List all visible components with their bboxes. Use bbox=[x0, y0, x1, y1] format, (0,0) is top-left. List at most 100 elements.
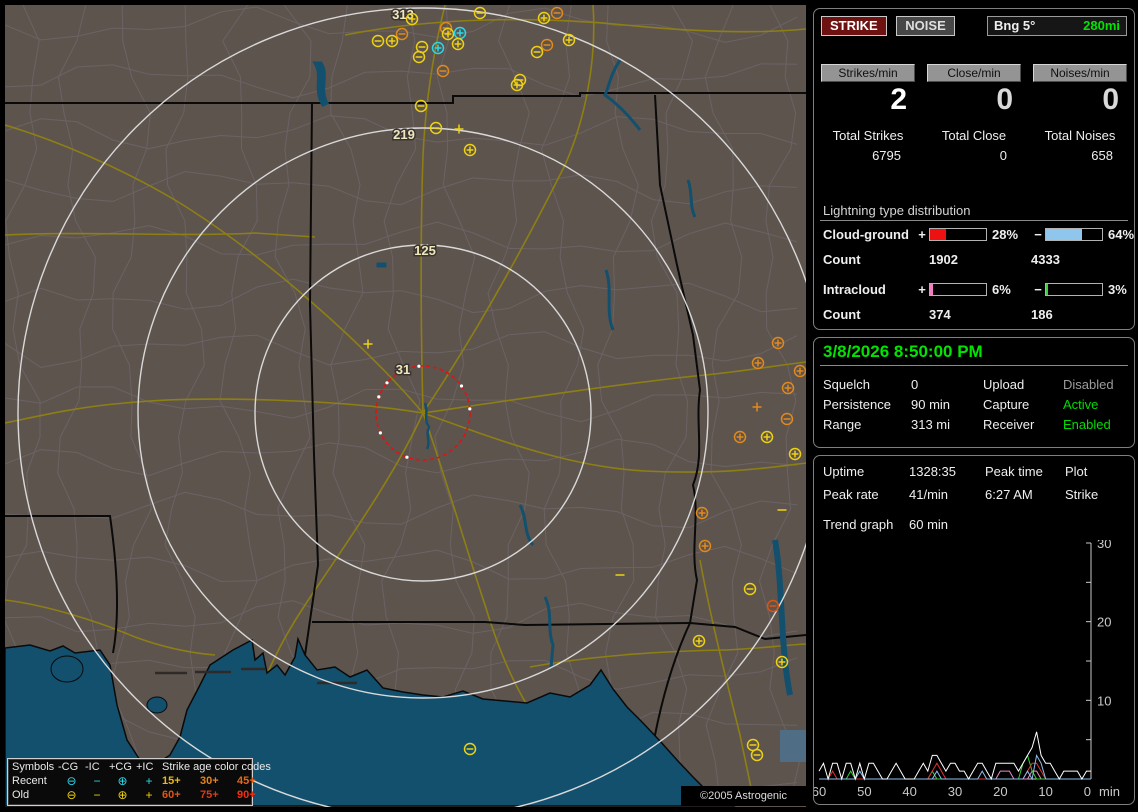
capture-label: Capture bbox=[983, 397, 1063, 412]
svg-text:20: 20 bbox=[993, 784, 1007, 799]
svg-text:10: 10 bbox=[1097, 693, 1111, 708]
symbol-legend: Symbols -CG -IC +CG +IC Strike age color… bbox=[7, 758, 253, 806]
uptime-row: Uptime 1328:35 Peak time Plot bbox=[823, 464, 1128, 479]
svg-text:30: 30 bbox=[1097, 540, 1111, 551]
total-strikes-label: Total Strikes bbox=[821, 128, 915, 143]
squelch-value: 0 bbox=[911, 377, 983, 392]
upload-label: Upload bbox=[983, 377, 1063, 392]
trend-graph-label: Trend graph bbox=[823, 517, 909, 532]
minus-sign: − bbox=[1031, 282, 1045, 297]
capture-status: Active bbox=[1063, 397, 1128, 412]
nexstorm-window: { "map": { "ring_labels": [ {"text": "31… bbox=[0, 0, 1138, 812]
cloud-ground-count-row: Count 1902 4333 bbox=[823, 252, 1130, 267]
age-code-60: 60+ bbox=[162, 788, 200, 802]
svg-text:40: 40 bbox=[902, 784, 916, 799]
neg-cg-old-icon: ⊖ bbox=[58, 788, 85, 802]
intracloud-row: Intracloud + 6% − 3% bbox=[823, 282, 1130, 297]
close-per-min-button[interactable]: Close/min bbox=[927, 64, 1021, 82]
peak-time-header: Peak time bbox=[985, 464, 1065, 479]
strike-stats-box: STRIKE NOISE Bng 5° 280mi Strikes/min 2 … bbox=[813, 8, 1135, 330]
strikes-per-min-button[interactable]: Strikes/min bbox=[821, 64, 915, 82]
trend-graph-span: 60 min bbox=[909, 517, 1128, 532]
squelch-label: Squelch bbox=[823, 377, 911, 392]
range-value-mi: 313 mi bbox=[911, 417, 983, 432]
status-panel: STRIKE NOISE Bng 5° 280mi Strikes/min 2 … bbox=[810, 0, 1138, 812]
range-value: 280mi bbox=[1083, 18, 1120, 33]
cg-plus-count: 1902 bbox=[929, 252, 1031, 267]
legend-header-neg-cg: -CG bbox=[58, 760, 85, 774]
cg-plus-bar bbox=[929, 228, 987, 241]
ic-plus-percent: 6% bbox=[987, 282, 1031, 297]
total-close-value: 0 bbox=[927, 148, 1021, 163]
total-strikes-value: 6795 bbox=[821, 148, 915, 163]
uptime-label: Uptime bbox=[823, 464, 909, 479]
noises-per-min-button[interactable]: Noises/min bbox=[1033, 64, 1127, 82]
ic-plus-count: 374 bbox=[929, 307, 1031, 322]
pos-cg-recent-icon: ⊕ bbox=[109, 774, 136, 788]
legend-header-neg-ic: -IC bbox=[85, 760, 109, 774]
upload-status: Disabled bbox=[1063, 377, 1128, 392]
plus-sign: + bbox=[915, 227, 929, 242]
legend-header-pos-ic: +IC bbox=[136, 760, 162, 774]
cloud-ground-row: Cloud-ground + 28% − 64% bbox=[823, 227, 1130, 242]
ic-plus-bar bbox=[929, 283, 987, 296]
distribution-title: Lightning type distribution bbox=[823, 203, 970, 218]
legend-age-header: Strike age color codes bbox=[162, 760, 269, 774]
age-code-75: 75+ bbox=[200, 788, 237, 802]
age-code-90: 90+ bbox=[237, 788, 269, 802]
datetime-divider bbox=[820, 365, 1128, 366]
svg-text:31: 31 bbox=[396, 362, 410, 377]
copyright-notice: ©2005 Astrogenic Systems bbox=[681, 786, 806, 806]
cg-minus-count: 4333 bbox=[1031, 252, 1138, 267]
total-noises-value: 658 bbox=[1033, 148, 1127, 163]
bearing-range-readout: Bng 5° 280mi bbox=[987, 16, 1127, 36]
peak-rate-row: Peak rate 41/min 6:27 AM Strike bbox=[823, 487, 1128, 502]
age-code-30: 30+ bbox=[200, 774, 237, 788]
status-row-persistence: Persistence 90 min Capture Active bbox=[823, 397, 1128, 412]
total-noises-label: Total Noises bbox=[1033, 128, 1127, 143]
ic-minus-count: 186 bbox=[1031, 307, 1138, 322]
status-row-range: Range 313 mi Receiver Enabled bbox=[823, 417, 1128, 432]
pos-cg-old-icon: ⊕ bbox=[109, 788, 136, 802]
svg-text:30: 30 bbox=[948, 784, 962, 799]
strike-map: 31321912531 Symbols -CG -IC +CG +IC Stri… bbox=[5, 5, 806, 807]
ic-minus-bar bbox=[1045, 283, 1103, 296]
cg-minus-bar bbox=[1045, 228, 1103, 241]
neg-ic-recent-icon: − bbox=[85, 774, 109, 788]
count-label: Count bbox=[823, 307, 915, 322]
uptime-value: 1328:35 bbox=[909, 464, 985, 479]
bearing-value: Bng 5° bbox=[994, 18, 1035, 33]
cg-minus-percent: 64% bbox=[1103, 227, 1138, 242]
datetime-display: 3/8/2026 8:50:00 PM bbox=[823, 342, 983, 362]
intracloud-count-row: Count 374 186 bbox=[823, 307, 1130, 322]
close-stat-column: Close/min 0 Total Close 0 bbox=[927, 64, 1021, 163]
count-label: Count bbox=[823, 252, 915, 267]
legend-row-old-label: Old bbox=[12, 788, 58, 802]
distribution-divider bbox=[820, 220, 1128, 221]
strike-mode-button[interactable]: STRIKE bbox=[821, 16, 887, 36]
status-row-squelch: Squelch 0 Upload Disabled bbox=[823, 377, 1128, 392]
neg-cg-recent-icon: ⊖ bbox=[58, 774, 85, 788]
map-canvas: 31321912531 bbox=[5, 5, 806, 807]
peak-rate-value: 41/min bbox=[909, 487, 985, 502]
svg-text:125: 125 bbox=[414, 243, 436, 258]
cg-plus-percent: 28% bbox=[987, 227, 1031, 242]
plus-sign: + bbox=[915, 282, 929, 297]
minus-sign: − bbox=[1031, 227, 1045, 242]
pos-ic-old-icon: + bbox=[136, 788, 162, 802]
receiver-status: Enabled bbox=[1063, 417, 1128, 432]
noise-mode-button[interactable]: NOISE bbox=[896, 16, 954, 36]
age-code-15: 15+ bbox=[162, 774, 200, 788]
svg-text:0: 0 bbox=[1084, 784, 1091, 799]
persistence-value: 90 min bbox=[911, 397, 983, 412]
strikes-per-min-value: 2 bbox=[821, 82, 915, 122]
svg-text:60: 60 bbox=[814, 784, 826, 799]
system-status-box: 3/8/2026 8:50:00 PM Squelch 0 Upload Dis… bbox=[813, 337, 1135, 448]
trend-box: Uptime 1328:35 Peak time Plot Peak rate … bbox=[813, 455, 1135, 805]
range-label: Range bbox=[823, 417, 911, 432]
intracloud-label: Intracloud bbox=[823, 282, 915, 297]
rate-stats: Strikes/min 2 Total Strikes 6795 Close/m… bbox=[821, 64, 1127, 163]
trend-graph-row: Trend graph 60 min bbox=[823, 517, 1128, 532]
strikes-stat-column: Strikes/min 2 Total Strikes 6795 bbox=[821, 64, 915, 163]
neg-ic-old-icon: − bbox=[85, 788, 109, 802]
